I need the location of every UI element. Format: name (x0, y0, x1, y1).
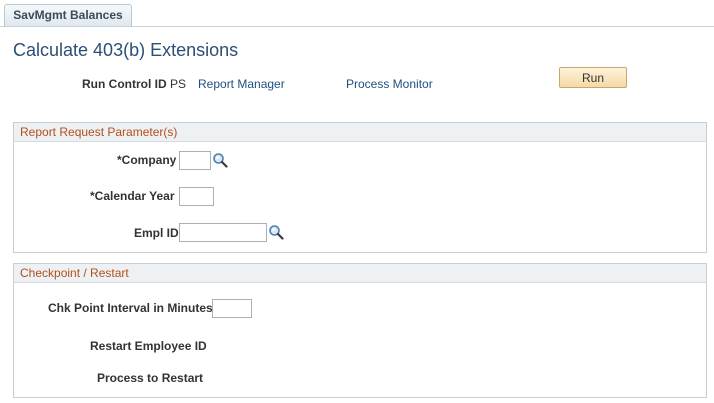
process-to-restart-label: Process to Restart (97, 371, 204, 385)
report-manager-link[interactable]: Report Manager (198, 77, 285, 91)
tab-divider (0, 26, 714, 27)
run-control-id-label: Run Control ID (82, 77, 167, 91)
company-label: *Company (117, 153, 177, 167)
empl-id-input[interactable] (179, 223, 267, 242)
calendar-year-input[interactable] (179, 187, 214, 206)
empl-id-label: Empl ID (134, 226, 179, 240)
process-monitor-link[interactable]: Process Monitor (346, 77, 433, 91)
tab-bar: SavMgmt Balances (0, 0, 714, 28)
report-request-parameters-group: Report Request Parameter(s) (13, 122, 707, 253)
restart-employee-id-label: Restart Employee ID (90, 339, 207, 353)
run-button[interactable]: Run (559, 67, 627, 88)
company-input[interactable] (179, 151, 211, 170)
report-request-parameters-header: Report Request Parameter(s) (14, 123, 706, 142)
chk-point-interval-input[interactable] (212, 299, 252, 318)
empl-id-lookup-magnifier-icon[interactable] (268, 224, 284, 240)
run-control-id-value: PS (170, 77, 187, 91)
tab-savmgmt-balances[interactable]: SavMgmt Balances (4, 4, 132, 26)
company-lookup-magnifier-icon[interactable] (212, 152, 228, 168)
calendar-year-label: *Calendar Year (90, 189, 175, 203)
checkpoint-restart-header: Checkpoint / Restart (14, 264, 706, 283)
page-title: Calculate 403(b) Extensions (13, 40, 239, 60)
chk-point-interval-label: Chk Point Interval in Minutes (48, 301, 213, 315)
